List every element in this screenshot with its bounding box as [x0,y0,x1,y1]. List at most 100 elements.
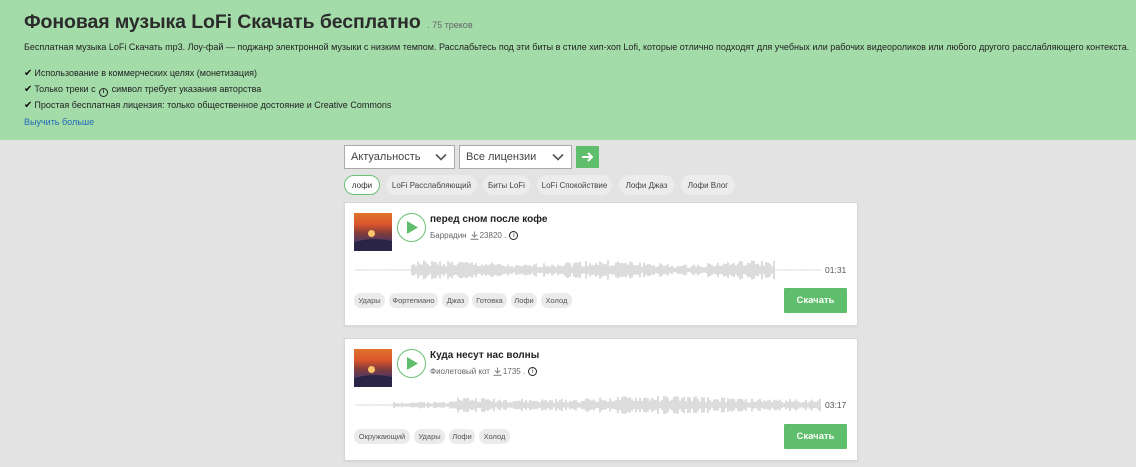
waveform-bar [527,265,529,275]
waveform-bar [579,402,581,408]
chip-lofi-jazz[interactable]: Лофи Джаз [619,175,674,195]
track-title[interactable]: перед сном после кофе [430,214,547,225]
sort-select[interactable]: Актуальность [344,145,455,169]
license-select[interactable]: Все лицензии [459,145,572,169]
waveform-bar [361,269,363,271]
waveform-bar [751,398,753,412]
chip-lofi[interactable]: лофи [344,175,380,195]
waveform-bar [769,399,771,411]
track-tag[interactable]: Готовка [472,293,507,308]
track-tag[interactable]: Удары [414,429,445,444]
track-cover[interactable] [354,213,392,251]
waveform-bar [617,261,619,279]
play-button[interactable] [397,213,426,242]
waveform-bar [795,269,797,271]
waveform-bar [569,400,571,410]
waveform-bar [461,400,463,410]
download-count-icon [493,367,502,376]
waveform-bar [407,269,409,271]
chip-lofi-calm[interactable]: LoFi Спокойствие [537,175,612,195]
waveform-bar [477,401,479,409]
waveform-bar [587,265,589,275]
waveform-bar [449,401,451,409]
waveform-bar [777,400,779,410]
play-button[interactable] [397,349,426,378]
track-tag[interactable]: Фортепиано [389,293,438,308]
track-author[interactable]: Фиолетовый кот [430,367,490,376]
waveform-bar [601,262,603,278]
waveform-bar [817,269,819,271]
waveform-bar [815,401,817,409]
waveform-bar [715,265,717,275]
download-button[interactable]: Скачать [784,288,847,313]
track-title[interactable]: Куда несут нас волны [430,350,539,361]
cc-by-icon[interactable]: i [509,231,519,240]
waveform-bar [367,269,369,271]
waveform-bar [479,266,481,274]
waveform-bar [673,396,675,414]
waveform-bar [739,398,741,412]
waveform-bar [809,269,811,271]
waveform-bar [767,400,769,410]
waveform-bar [695,396,697,414]
waveform-bar [745,398,747,412]
waveform-bar [563,402,565,408]
waveform-bar [815,269,817,271]
waveform-bar [691,401,693,409]
track-tag[interactable]: Лофи [449,429,475,444]
waveform-bar [601,399,603,411]
track-author[interactable]: Баррадин [430,231,467,240]
waveform-bar [377,404,379,406]
waveform-bar [525,399,527,411]
waveform-bar [361,404,363,406]
waveform-bar [435,401,437,409]
apply-filter-button[interactable] [576,146,599,168]
learn-more-link[interactable]: Выучить больше [24,117,94,127]
waveform-bar [719,266,721,274]
waveform-bar [771,402,773,408]
track-tag[interactable]: Холод [479,429,510,444]
waveform-bar [663,266,665,274]
cc-by-icon[interactable]: i [528,367,538,376]
waveform-bar [607,260,609,280]
chip-lofi-beats[interactable]: Биты LoFi [483,175,530,195]
track-tag[interactable]: Джаз [442,293,469,308]
waveform-bar [655,400,657,410]
feature-list: ✔ Использование в коммерческих целях (мон… [24,68,391,116]
waveform-bar [433,261,435,279]
waveform-bar [753,260,755,280]
track-tag[interactable]: Холод [541,293,572,308]
waveform-bar [747,402,749,408]
waveform-bar [739,260,741,280]
waveform-bar [439,261,441,279]
waveform-bar [529,265,531,275]
chip-lofi-vlog[interactable]: Лофи Влог [681,175,735,195]
waveform-bar [615,400,617,410]
waveform-bar [383,404,385,406]
waveform-bar [665,396,667,414]
waveform[interactable] [355,390,821,420]
waveform-bar [651,397,653,413]
waveform-bar [609,398,611,412]
chip-lofi-relaxing[interactable]: LoFi Расслабляющий [386,175,477,195]
waveform-bar [631,399,633,411]
waveform-bar [595,263,597,277]
waveform-bar [683,396,685,414]
waveform-bar [625,396,627,414]
track-cover[interactable] [354,349,392,387]
download-button[interactable]: Скачать [784,424,847,449]
waveform-bar [755,401,757,409]
waveform-bar [801,402,803,408]
track-tag[interactable]: Удары [354,293,385,308]
waveform-bar [729,399,731,411]
waveform-bar [683,264,685,276]
waveform-bar [385,269,387,271]
track-tag[interactable]: Лофи [511,293,537,308]
waveform-bar [395,269,397,271]
cc-by-icon: i [99,87,109,97]
waveform-bar [445,403,447,407]
track-tag[interactable]: Окружающий [354,429,410,444]
waveform-bar [663,396,665,414]
waveform[interactable] [355,255,821,285]
waveform-bar [521,266,523,274]
